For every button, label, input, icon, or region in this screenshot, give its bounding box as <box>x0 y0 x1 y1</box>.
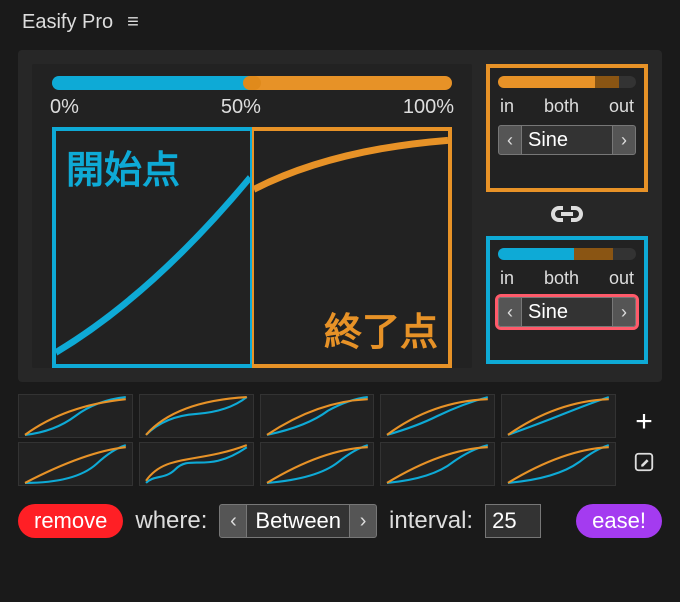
ease-button[interactable]: ease! <box>576 504 662 538</box>
percentage-slider[interactable] <box>52 76 452 90</box>
where-label: where: <box>135 507 207 535</box>
interval-label: interval: <box>389 507 473 535</box>
ease-out-prev-icon[interactable]: ‹ <box>498 125 522 155</box>
start-point-label: 開始点 <box>66 139 180 194</box>
ease-out-next-icon[interactable]: › <box>612 125 636 155</box>
preset-cell[interactable] <box>139 394 254 438</box>
bottom-bar: remove where: ‹ Between › interval: 25 e… <box>18 504 662 538</box>
ease-in-prev-icon[interactable]: ‹ <box>498 297 522 327</box>
ease-in-curve-select[interactable]: ‹ Sine › <box>498 297 636 327</box>
preset-cell[interactable] <box>18 394 133 438</box>
remove-button[interactable]: remove <box>18 504 123 538</box>
app-title: Easify Pro <box>22 11 113 34</box>
ease-out-slider[interactable] <box>498 76 636 88</box>
ease-out-both-label[interactable]: both <box>544 96 579 117</box>
ease-in-box: in both out ‹ Sine › <box>486 236 648 364</box>
edit-preset-icon[interactable] <box>633 451 655 473</box>
curve-area: 開始点 終了点 <box>52 127 452 368</box>
preset-cell[interactable] <box>501 394 616 438</box>
ease-in-out-label[interactable]: out <box>609 268 634 289</box>
ease-out-curve-value[interactable]: Sine <box>522 125 612 155</box>
pct-label-100: 100% <box>403 96 454 119</box>
preset-cell[interactable] <box>501 442 616 486</box>
preset-cell[interactable] <box>18 442 133 486</box>
where-prev-icon[interactable]: ‹ <box>219 504 247 538</box>
end-point-label: 終了点 <box>324 301 438 356</box>
ease-in-slider[interactable] <box>498 248 636 260</box>
preset-cell[interactable] <box>139 442 254 486</box>
preset-grid <box>18 394 616 486</box>
menu-icon[interactable]: ≡ <box>127 11 139 34</box>
where-value[interactable]: Between <box>247 504 349 538</box>
pct-label-50: 50% <box>221 96 261 119</box>
ease-in-curve-value[interactable]: Sine <box>522 297 612 327</box>
where-select[interactable]: ‹ Between › <box>219 504 377 538</box>
link-icon[interactable] <box>547 202 587 226</box>
presets-row: + <box>18 394 662 486</box>
percentage-labels: 0% 50% 100% <box>50 96 454 119</box>
pct-label-0: 0% <box>50 96 79 119</box>
add-preset-icon[interactable]: + <box>635 407 653 437</box>
where-next-icon[interactable]: › <box>349 504 377 538</box>
preset-cell[interactable] <box>260 442 375 486</box>
curve-end-region[interactable]: 終了点 <box>252 127 452 368</box>
preset-cell[interactable] <box>380 394 495 438</box>
ease-out-out-label[interactable]: out <box>609 96 634 117</box>
ease-out-box: in both out ‹ Sine › <box>486 64 648 192</box>
ease-in-in-label[interactable]: in <box>500 268 514 289</box>
ease-out-curve-select[interactable]: ‹ Sine › <box>498 125 636 155</box>
ease-in-both-label[interactable]: both <box>544 268 579 289</box>
ease-out-in-label[interactable]: in <box>500 96 514 117</box>
preset-cell[interactable] <box>380 442 495 486</box>
ease-in-next-icon[interactable]: › <box>612 297 636 327</box>
ease-side-column: in both out ‹ Sine › in both out ‹ <box>486 64 648 368</box>
interval-input[interactable]: 25 <box>485 504 541 538</box>
graph-block: 0% 50% 100% 開始点 終了点 <box>32 64 472 368</box>
main-panel: 0% 50% 100% 開始点 終了点 <box>18 50 662 382</box>
curve-start-region[interactable]: 開始点 <box>52 127 252 368</box>
preset-cell[interactable] <box>260 394 375 438</box>
